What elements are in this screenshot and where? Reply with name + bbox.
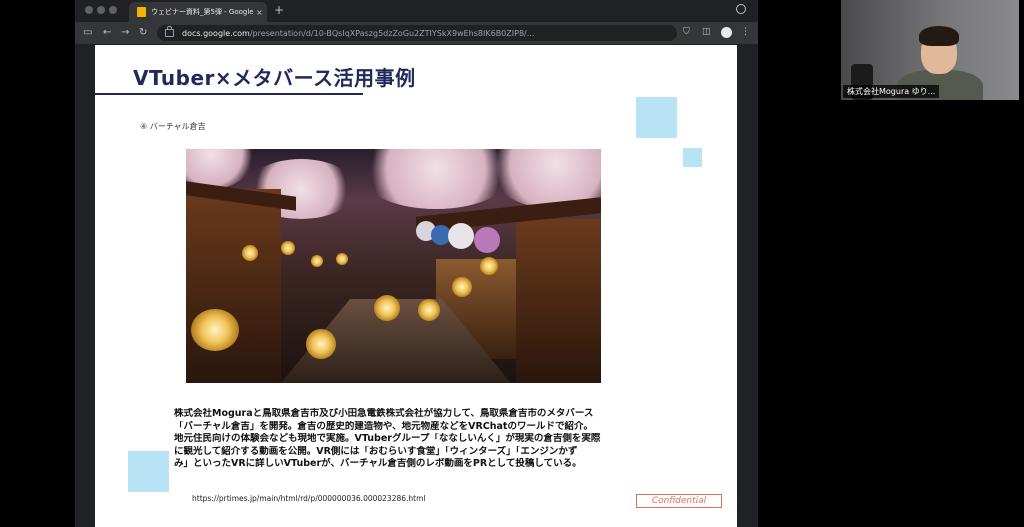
lantern-light [191, 309, 239, 351]
lantern-light [242, 245, 258, 261]
deco-square-bottom [128, 451, 169, 492]
browser-window: ウェビナー資料_第5弾 - Google × + ▭ ← → ↻ docs.go… [75, 0, 758, 527]
lantern-light [306, 329, 336, 359]
lantern-light [480, 257, 498, 275]
lantern-light [311, 255, 323, 267]
window-minimize-dot[interactable] [97, 6, 105, 14]
back-arrow-icon[interactable]: ← [103, 26, 111, 40]
participant-video-tile[interactable]: 株式会社Mogura ゆり... [841, 0, 1019, 100]
window-close-dot[interactable] [85, 6, 93, 14]
description-line: み」といったVRに詳しいVTuberが、バーチャル倉吉側のレポ動画をPRとして投… [174, 458, 582, 469]
description-line: 地元住民向けの体験会なども現地で実施。VTuberグループ「ななしいんく」が現実… [174, 433, 601, 444]
new-tab-button[interactable]: + [274, 3, 284, 17]
umbrella [448, 223, 474, 249]
tab-close-icon[interactable]: × [256, 8, 263, 17]
window-maximize-dot[interactable] [109, 6, 117, 14]
lantern-light [281, 241, 295, 255]
umbrella [474, 227, 500, 253]
deco-square-small [683, 148, 702, 167]
case-description: 株式会社Moguraと鳥取県倉吉市及び小田急電鉄株式会社が協力して、鳥取県倉吉市… [174, 408, 656, 471]
tab-strip: ウェビナー資料_第5弾 - Google × + [75, 0, 758, 22]
description-line: に観光して紹介する動画を公開。VR側には「おむらいす食堂」「ウィンターズ」「エン… [174, 445, 578, 457]
lantern-light [452, 277, 472, 297]
tab-title: ウェビナー資料_第5弾 - Google [151, 8, 253, 16]
deco-square-large [636, 97, 677, 138]
active-tab[interactable]: ウェビナー資料_第5弾 - Google × [129, 2, 267, 22]
reload-icon[interactable]: ↻ [139, 26, 147, 40]
sidebar-icon[interactable]: ▭ [83, 26, 92, 40]
presentation-slide: VTuber×メタバース活用事例 ④ バーチャル倉吉 株式会社Moguraと鳥取… [95, 45, 737, 527]
lantern-light [336, 253, 348, 265]
tab-search-icon[interactable] [736, 4, 746, 14]
right-building [516, 219, 601, 383]
source-link[interactable]: https://prtimes.jp/main/html/rd/p/000000… [192, 494, 425, 503]
confidential-badge: Confidential [636, 494, 722, 508]
forward-arrow-icon[interactable]: → [121, 26, 129, 40]
virtual-kurayoshi-screenshot [186, 149, 601, 383]
lock-icon [165, 26, 174, 37]
description-line: 「バーチャル倉吉」を開発。倉吉の歴史的建造物や、地元物産などをVRChatのワー… [174, 420, 593, 432]
title-underline [95, 93, 363, 95]
case-subtitle: ④ バーチャル倉吉 [140, 122, 206, 131]
url-text: docs.google.com/presentation/d/10-BQsIqX… [182, 29, 534, 38]
shield-icon[interactable]: ⛉ [683, 27, 690, 37]
slide-viewport: VTuber×メタバース活用事例 ④ バーチャル倉吉 株式会社Moguraと鳥取… [75, 44, 758, 527]
slides-favicon-icon [137, 7, 146, 17]
participant-name: 株式会社Mogura ゆり... [843, 85, 940, 98]
speaker-hair [919, 26, 959, 46]
split-view-icon[interactable]: ◫ [702, 27, 711, 37]
description-line: 株式会社Moguraと鳥取県倉吉市及び小田急電鉄株式会社が協力して、鳥取県倉吉市… [174, 408, 594, 419]
slide-title: VTuber×メタバース活用事例 [133, 66, 416, 90]
url-host: docs.google.com [182, 28, 250, 38]
browser-toolbar: ▭ ← → ↻ docs.google.com/presentation/d/1… [75, 22, 758, 44]
menu-dots-icon[interactable]: ⋮ [741, 27, 750, 37]
url-path: /presentation/d/10-BQsIqXPaszg5dzZoGu2ZT… [249, 28, 535, 38]
lantern-light [418, 299, 440, 321]
profile-icon[interactable] [721, 27, 732, 38]
lantern-light [374, 295, 400, 321]
address-bar[interactable]: docs.google.com/presentation/d/10-BQsIqX… [157, 25, 677, 41]
left-building [186, 189, 281, 383]
